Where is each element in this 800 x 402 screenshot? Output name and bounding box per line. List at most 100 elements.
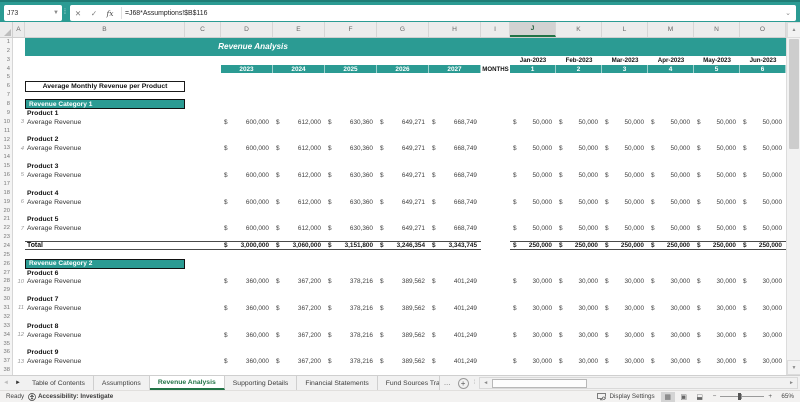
row-header-30[interactable]: 30 — [0, 296, 12, 305]
zoom-out-icon[interactable]: − — [713, 393, 717, 400]
zoom-level[interactable]: 65% — [776, 393, 794, 400]
column-header-L[interactable]: L — [602, 22, 648, 37]
yearly-revenue-cell[interactable]: $668,749 — [429, 198, 481, 207]
column-header-I[interactable]: I — [481, 22, 510, 37]
yearly-revenue-cell[interactable]: $649,271 — [377, 198, 429, 207]
months-header[interactable]: MONTHS — [481, 65, 510, 74]
yearly-revenue-cell[interactable]: $649,271 — [377, 144, 429, 153]
monthly-revenue-cell[interactable]: $30,000 — [694, 357, 740, 366]
yearly-revenue-cell[interactable]: $367,200 — [273, 277, 325, 286]
value-row-label[interactable]: Average Revenue — [25, 331, 185, 340]
yearly-revenue-cell[interactable]: $360,000 — [221, 331, 273, 340]
next-sheet-arrow-icon[interactable]: ► — [12, 376, 24, 390]
product-name[interactable]: Product 2 — [25, 136, 185, 145]
month-number-1[interactable]: 1 — [510, 65, 556, 74]
total-label[interactable]: Total — [25, 241, 185, 250]
column-header-A[interactable]: A — [13, 22, 25, 37]
monthly-revenue-cell[interactable]: $30,000 — [648, 304, 694, 313]
monthly-revenue-cell[interactable]: $50,000 — [740, 224, 786, 233]
yearly-revenue-cell[interactable]: $389,562 — [377, 277, 429, 286]
total-yearly-cell[interactable]: $3,246,354 — [377, 241, 429, 250]
row-header-5[interactable]: 5 — [0, 74, 12, 83]
monthly-revenue-cell[interactable]: $30,000 — [694, 331, 740, 340]
monthly-revenue-cell[interactable]: $50,000 — [694, 198, 740, 207]
more-sheets-button[interactable]: … — [440, 376, 455, 390]
yearly-revenue-cell[interactable]: $649,271 — [377, 224, 429, 233]
value-row-label[interactable]: Average Revenue — [25, 357, 185, 366]
product-name[interactable]: Product 3 — [25, 162, 185, 171]
product-name[interactable]: Product 9 — [25, 348, 185, 357]
yearly-revenue-cell[interactable]: $389,562 — [377, 331, 429, 340]
name-box-dropdown-icon[interactable]: ▼ — [53, 10, 59, 16]
monthly-revenue-cell[interactable]: $50,000 — [740, 171, 786, 180]
monthly-revenue-cell[interactable]: $50,000 — [510, 224, 556, 233]
monthly-revenue-cell[interactable]: $30,000 — [602, 277, 648, 286]
row-header-15[interactable]: 15 — [0, 163, 12, 172]
vertical-scroll-thumb[interactable] — [789, 39, 799, 149]
monthly-revenue-cell[interactable]: $50,000 — [556, 198, 602, 207]
monthly-revenue-cell[interactable]: $30,000 — [694, 304, 740, 313]
product-name[interactable]: Product 1 — [25, 109, 185, 118]
monthly-revenue-cell[interactable]: $30,000 — [602, 357, 648, 366]
normal-view-icon[interactable]: ▦ — [661, 392, 675, 402]
yearly-revenue-cell[interactable]: $389,562 — [377, 357, 429, 366]
row-header-35[interactable]: 35 — [0, 341, 12, 350]
row-header-21[interactable]: 21 — [0, 216, 12, 225]
sheet-tab-fund-sources-trac[interactable]: Fund Sources Trac — [378, 376, 440, 390]
row-header-1[interactable]: 1 — [0, 39, 12, 48]
monthly-revenue-cell[interactable]: $30,000 — [740, 331, 786, 340]
yearly-revenue-cell[interactable]: $668,749 — [429, 144, 481, 153]
month-label-Jan-2023[interactable]: Jan-2023 — [510, 56, 556, 65]
accessibility-button[interactable]: Accessibility: Investigate — [28, 393, 113, 401]
year-header-2025[interactable]: 2025 — [325, 65, 377, 74]
total-monthly-cell[interactable]: $250,000 — [694, 241, 740, 250]
yearly-revenue-cell[interactable]: $630,360 — [325, 224, 377, 233]
enter-icon[interactable]: ✓ — [86, 9, 102, 18]
yearly-revenue-cell[interactable]: $600,000 — [221, 171, 273, 180]
yearly-revenue-cell[interactable]: $612,000 — [273, 198, 325, 207]
yearly-revenue-cell[interactable]: $612,000 — [273, 171, 325, 180]
page-layout-view-icon[interactable]: ▣ — [677, 392, 691, 402]
row-header-11[interactable]: 11 — [0, 128, 12, 137]
row-header-34[interactable]: 34 — [0, 332, 12, 341]
row-header-9[interactable]: 9 — [0, 110, 12, 119]
yearly-revenue-cell[interactable]: $401,249 — [429, 357, 481, 366]
column-header-K[interactable]: K — [556, 22, 602, 37]
monthly-revenue-cell[interactable]: $30,000 — [740, 357, 786, 366]
column-header-G[interactable]: G — [377, 22, 429, 37]
horizontal-scroll-thumb[interactable] — [492, 379, 587, 388]
row-header-31[interactable]: 31 — [0, 305, 12, 314]
month-number-3[interactable]: 3 — [602, 65, 648, 74]
yearly-revenue-cell[interactable]: $367,200 — [273, 331, 325, 340]
row-header-7[interactable]: 7 — [0, 92, 12, 101]
row-header-38[interactable]: 38 — [0, 367, 12, 375]
row-header-33[interactable]: 33 — [0, 323, 12, 332]
yearly-revenue-cell[interactable]: $630,360 — [325, 118, 377, 127]
monthly-revenue-cell[interactable]: $50,000 — [694, 224, 740, 233]
month-number-4[interactable]: 4 — [648, 65, 694, 74]
year-header-2026[interactable]: 2026 — [377, 65, 429, 74]
sheet-tab-assumptions[interactable]: Assumptions — [94, 376, 150, 390]
monthly-revenue-cell[interactable]: $30,000 — [510, 304, 556, 313]
first-sheet-arrow-icon[interactable]: ◄ — [0, 376, 12, 390]
total-yearly-cell[interactable]: $3,000,000 — [221, 241, 273, 250]
select-all-button[interactable] — [0, 22, 13, 37]
yearly-revenue-cell[interactable]: $600,000 — [221, 118, 273, 127]
monthly-revenue-cell[interactable]: $50,000 — [648, 224, 694, 233]
sheet-title[interactable]: Revenue Analysis — [25, 38, 481, 56]
monthly-revenue-cell[interactable]: $50,000 — [740, 144, 786, 153]
monthly-revenue-cell[interactable]: $50,000 — [694, 118, 740, 127]
horizontal-scrollbar[interactable]: ◄ ► — [479, 377, 798, 389]
sheet-tab-supporting-details[interactable]: Supporting Details — [225, 376, 298, 390]
yearly-revenue-cell[interactable]: $401,249 — [429, 277, 481, 286]
column-header-B[interactable]: B — [25, 22, 185, 37]
product-name[interactable]: Product 8 — [25, 322, 185, 331]
row-header-2[interactable]: 2 — [0, 48, 12, 57]
row-header-22[interactable]: 22 — [0, 225, 12, 234]
total-yearly-cell[interactable]: $3,151,800 — [325, 241, 377, 250]
name-box[interactable]: J73 ▼ — [4, 5, 62, 21]
monthly-revenue-cell[interactable]: $30,000 — [510, 331, 556, 340]
scroll-right-icon[interactable]: ► — [786, 378, 797, 388]
display-settings-button[interactable]: Display Settings — [597, 393, 654, 401]
month-label-Feb-2023[interactable]: Feb-2023 — [556, 56, 602, 65]
